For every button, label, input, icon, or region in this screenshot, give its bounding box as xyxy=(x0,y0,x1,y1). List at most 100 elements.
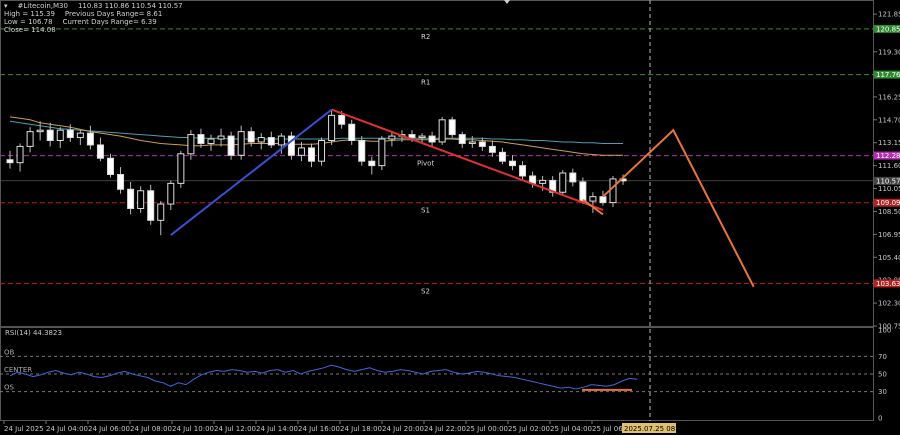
candle xyxy=(358,140,366,162)
candle xyxy=(559,172,567,193)
time-tick-label: 24 Jul 16:00 xyxy=(298,425,340,433)
pivot-label-r1: R1 xyxy=(421,79,430,87)
candle xyxy=(66,129,74,139)
rsi-level-label: OB xyxy=(4,348,15,356)
close-label: Close= 114.08 xyxy=(4,26,56,34)
pivot-label-s1: S1 xyxy=(421,207,430,215)
candle xyxy=(589,196,597,202)
projection-line xyxy=(602,128,755,288)
chart-header: ▾ #Litecoin,M30 110.83 110.86 110.54 110.5… xyxy=(4,2,193,34)
time-tick-label: 25 Jul 06: xyxy=(592,425,625,433)
rsi-tick-label: 100 xyxy=(878,327,891,335)
price-badge-label: 117.76 xyxy=(876,71,900,79)
candle xyxy=(56,129,64,142)
candle xyxy=(76,132,84,139)
candle xyxy=(328,114,336,142)
current-range-label: Current Days Range= 6.39 xyxy=(62,18,157,26)
rsi-level-label: OS xyxy=(4,384,15,392)
candle xyxy=(438,119,446,143)
candle xyxy=(36,129,44,133)
price-tick-label: 113.15 xyxy=(878,139,900,147)
time-tick-label: 24 Jul 10:00 xyxy=(172,425,214,433)
candle xyxy=(26,131,34,147)
top-marker-icon xyxy=(504,0,510,4)
candle xyxy=(267,137,275,146)
price-badge-label: 120.85 xyxy=(876,25,900,33)
candle xyxy=(177,153,185,184)
price-tick-label: 106.95 xyxy=(878,231,900,239)
ohlc-values: 110.83 110.86 110.54 110.57 xyxy=(77,2,183,10)
time-tick-label: 25 Jul 02:00 xyxy=(508,425,550,433)
dropdown-triangle-icon[interactable]: ▾ xyxy=(4,2,8,10)
candle xyxy=(428,135,436,143)
candle xyxy=(247,131,255,143)
candle xyxy=(46,129,54,142)
symbol-label: #Litecoin,M30 xyxy=(17,2,68,10)
candle xyxy=(498,151,506,162)
time-tick-label: 25 Jul 00:00 xyxy=(466,425,508,433)
candle xyxy=(277,135,285,146)
candle xyxy=(579,181,587,202)
candle xyxy=(86,132,94,146)
candle xyxy=(197,134,205,144)
price-tick-label: 105.40 xyxy=(878,254,900,262)
candle xyxy=(348,123,356,142)
price-badge-label: 112.28 xyxy=(876,152,900,160)
price-tick-label: 108.50 xyxy=(878,208,900,216)
rsi-label: RSI(14) 44.3823 xyxy=(5,329,62,337)
candle xyxy=(127,188,135,209)
trendline-1 xyxy=(331,108,604,211)
price-tick-label: 119.30 xyxy=(878,48,900,56)
candle xyxy=(468,141,476,144)
candle xyxy=(227,135,235,156)
candle xyxy=(519,165,527,177)
time-tick-label: 24 Jul 12:00 xyxy=(214,425,256,433)
time-tick-label: 24 Jul 22:00 xyxy=(424,425,466,433)
price-tick-label: 102.30 xyxy=(878,300,900,308)
rsi-tick-label: 0 xyxy=(878,415,882,423)
time-tick-label: 24 Jul 08:00 xyxy=(130,425,172,433)
candle xyxy=(107,157,114,175)
rsi-line xyxy=(9,364,638,390)
price-tick-label: 110.05 xyxy=(878,185,900,193)
price-badge-label: 110.57 xyxy=(876,177,900,185)
rsi-tick-label: 30 xyxy=(878,388,887,396)
trading-chart[interactable]: 121.85120.85119.30117.75116.25114.70113.… xyxy=(0,0,900,435)
price-badge-label: 103.63 xyxy=(876,280,900,288)
rsi-tick-label: 50 xyxy=(878,371,887,379)
candle xyxy=(478,141,486,147)
time-tick-label: 24 Jul 14:00 xyxy=(256,425,298,433)
main-panel-border xyxy=(0,0,874,327)
candle xyxy=(599,196,607,204)
candle xyxy=(488,145,496,153)
price-tick-label: 116.25 xyxy=(878,93,900,101)
candle xyxy=(408,134,416,139)
candle xyxy=(237,131,245,156)
pivot-label-pivot: Pivot xyxy=(417,160,434,168)
price-tick-label: 114.70 xyxy=(878,116,900,124)
price-tick-label: 111.60 xyxy=(878,162,900,170)
candle xyxy=(217,135,225,140)
candle xyxy=(16,145,24,164)
candle xyxy=(539,179,547,184)
candle xyxy=(147,190,155,221)
time-tick-label: 24 Jul 06:00 xyxy=(88,425,130,433)
time-tick-label: 24 Jul 20:00 xyxy=(382,425,424,433)
candle xyxy=(297,147,305,156)
time-tick-label: 25 Jul 04:00 xyxy=(550,425,592,433)
candle xyxy=(338,114,346,125)
candle xyxy=(257,137,265,143)
candle xyxy=(117,173,125,190)
candle xyxy=(187,134,195,155)
low-label: Low = 106.78 xyxy=(4,18,53,26)
candle xyxy=(509,160,516,167)
time-tick-label: 24 Jul 2025 xyxy=(4,425,44,433)
high-label: High = 115.39 xyxy=(4,10,55,18)
candle xyxy=(96,144,104,159)
previous-range-label: Previous Days Range= 8.61 xyxy=(64,10,163,18)
pivot-label-s2: S2 xyxy=(421,287,430,295)
price-tick-label: 121.85 xyxy=(878,11,900,19)
candle xyxy=(137,190,145,209)
candle xyxy=(378,138,386,167)
candle xyxy=(418,135,426,139)
